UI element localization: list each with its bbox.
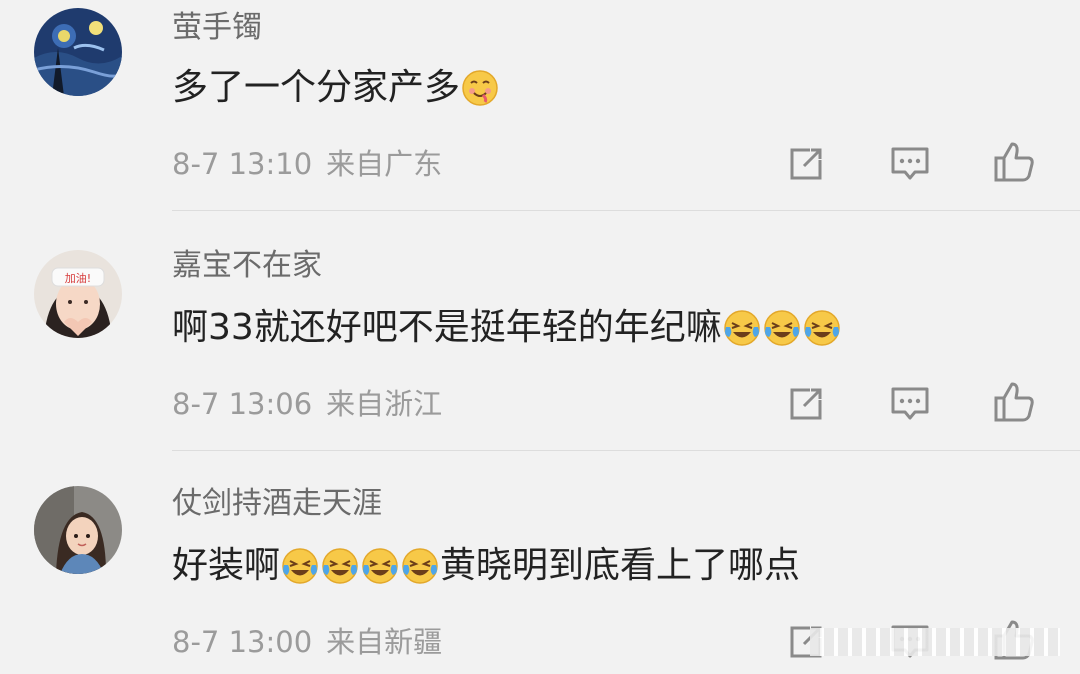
repost-icon: [790, 148, 822, 180]
repost-button[interactable]: [784, 142, 828, 186]
watermark-overlay: [810, 628, 1060, 656]
avatar[interactable]: [34, 8, 122, 96]
like-button[interactable]: [992, 140, 1036, 184]
avatar[interactable]: [34, 486, 122, 574]
comment-location: 来自新疆: [326, 625, 443, 659]
comment-meta: 8-7 13:00 来自新疆: [172, 624, 456, 660]
like-button[interactable]: [992, 380, 1036, 424]
divider: [172, 210, 1080, 211]
repost-button[interactable]: [784, 382, 828, 426]
comment-time: 8-7 13:10: [172, 147, 313, 181]
cartoon-girl-avatar: [34, 486, 122, 574]
laughing-crying-emoji: [764, 310, 800, 346]
username[interactable]: 仗剑持酒走天涯: [172, 486, 382, 522]
comment-text: 啊33就还好吧不是挺年轻的年纪嘛: [172, 306, 842, 350]
comment-text-part: 多了一个分家产多: [172, 67, 461, 108]
repost-icon: [790, 388, 822, 420]
comment-text-part: 好装啊: [172, 545, 281, 586]
reply-button[interactable]: [888, 142, 932, 186]
like-icon: [994, 142, 1034, 182]
laughing-crying-emoji: [402, 548, 438, 584]
reply-icon: [891, 147, 929, 180]
like-icon: [994, 382, 1034, 422]
username[interactable]: 嘉宝不在家: [172, 248, 322, 284]
username[interactable]: 萤手镯: [172, 10, 262, 46]
yummy-face-emoji: [462, 70, 498, 106]
avatar[interactable]: 加油!: [34, 250, 122, 338]
comment-meta: 8-7 13:06 来自浙江: [172, 386, 456, 422]
comment-meta: 8-7 13:10 来自广东: [172, 146, 456, 182]
comment-location: 来自广东: [326, 147, 443, 181]
laughing-crying-emoji: [724, 310, 760, 346]
starry-night-avatar: [34, 8, 122, 96]
comment-text-part: 啊33就还好吧不是挺年轻的年纪嘛: [172, 307, 722, 348]
comment-location: 来自浙江: [326, 387, 443, 421]
comment-time: 8-7 13:00: [172, 625, 313, 659]
girl-heart-hands-avatar: 加油!: [34, 250, 122, 338]
comment-text-part: 黄晓明到底看上了哪点: [440, 545, 801, 586]
comment-text: 好装啊 黄晓明到底看上了哪点: [172, 544, 800, 588]
comment-text: 多了一个分家产多: [172, 66, 500, 110]
laughing-crying-emoji: [804, 310, 840, 346]
divider: [172, 450, 1080, 451]
reply-icon: [891, 387, 929, 420]
laughing-crying-emoji: [362, 548, 398, 584]
laughing-crying-emoji: [282, 548, 318, 584]
laughing-crying-emoji: [322, 548, 358, 584]
reply-button[interactable]: [888, 382, 932, 426]
svg-text:加油!: 加油!: [65, 271, 91, 285]
comment-time: 8-7 13:06: [172, 387, 313, 421]
